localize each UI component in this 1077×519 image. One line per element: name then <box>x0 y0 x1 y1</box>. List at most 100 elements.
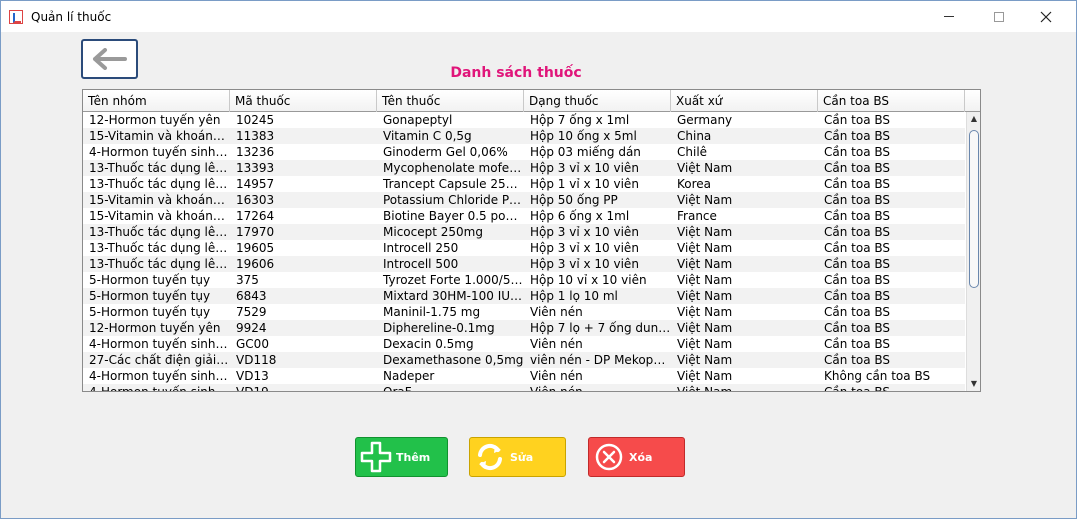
table-cell: Việt Nam <box>677 161 733 175</box>
column-header[interactable]: Xuất xứ <box>671 90 818 112</box>
table-cell: Hộp 03 miếng dán <box>530 145 641 159</box>
table-cell: 17970 <box>236 225 275 239</box>
table-row[interactable]: 12-Hormon tuyến yên 10245 Gonapeptyl Hộp 7 … <box>83 112 965 128</box>
table-cell: Cần toa BS <box>824 353 891 367</box>
table-cell: 6843 <box>236 289 267 303</box>
close-window-button[interactable] <box>1023 1 1069 32</box>
table-cell: Hộp 7 ống x 1ml <box>530 113 630 127</box>
edit-button-label: Sửa <box>510 450 534 464</box>
title-bar: Quản lí thuốc <box>1 1 1076 32</box>
table-cell: China <box>677 129 712 143</box>
table-cell: Hộp 3 vỉ x 10 viên <box>530 257 639 271</box>
table-cell: 5-Hormon tuyến tụy <box>89 273 211 287</box>
table-cell: 4-Hormon tuyến sinh d... <box>89 145 230 159</box>
table-cell: Cần toa BS <box>824 241 891 255</box>
table-row[interactable]: 13-Thuốc tác dụng lên ... 19606 Introcell … <box>83 256 965 272</box>
table-row[interactable]: 12-Hormon tuyến yên 9924 Diphereline-0.1mg… <box>83 320 965 336</box>
table-cell: Việt Nam <box>677 305 733 319</box>
scroll-up-icon[interactable]: ▲ <box>967 112 980 126</box>
column-header[interactable]: Tên nhóm <box>83 90 230 112</box>
table-row[interactable]: 15-Vitamin và khoáng c... 16303 Potassium … <box>83 192 965 208</box>
table-row[interactable]: 5-Hormon tuyến tụy 375 Tyrozet Forte 1.000… <box>83 272 965 288</box>
table-cell: 13-Thuốc tác dụng lên ... <box>89 161 230 175</box>
table-cell: 14957 <box>236 177 275 191</box>
table-cell: Viên nén <box>530 337 583 351</box>
table-cell: Diphereline-0.1mg <box>383 321 495 335</box>
table-row[interactable]: 15-Vitamin và khoáng c... 11383 Vitamin C … <box>83 128 965 144</box>
table-cell: Germany <box>677 113 733 127</box>
table-cell: 10245 <box>236 113 275 127</box>
table-row[interactable]: 4-Hormon tuyến sinh d...VD19OraFViên nén… <box>83 384 965 391</box>
table-cell: Cần toa BS <box>824 113 891 127</box>
scroll-thumb[interactable] <box>969 130 979 288</box>
table-cell: 13-Thuốc tác dụng lên ... <box>89 241 230 255</box>
window-title: Quản lí thuốc <box>31 10 112 24</box>
table-cell: Korea <box>677 177 712 191</box>
table-cell: 12-Hormon tuyến yên <box>89 321 221 335</box>
table-cell: 4-Hormon tuyến sinh d... <box>89 369 230 383</box>
scroll-down-icon[interactable]: ▼ <box>967 377 980 391</box>
table-header: Tên nhóm Mã thuốc Tên thuốc Dạng thuốc Xuất … <box>83 90 980 112</box>
table-row[interactable]: 15-Vitamin và khoáng c... 17264 Biotine Ba… <box>83 208 965 224</box>
table-cell: 15-Vitamin và khoáng c... <box>89 193 230 207</box>
table-cell: Việt Nam <box>677 321 733 335</box>
table-cell: Hộp 3 vỉ x 10 viên <box>530 241 639 255</box>
table-cell: 11383 <box>236 129 275 143</box>
table-cell: 9924 <box>236 321 267 335</box>
maximize-button[interactable] <box>976 1 1022 32</box>
table-cell: 13-Thuốc tác dụng lên ... <box>89 177 230 191</box>
table-row[interactable]: 13-Thuốc tác dụng lên ... 17970 Micocept 2… <box>83 224 965 240</box>
table-cell: OraF <box>377 384 524 391</box>
add-button[interactable]: Thêm <box>355 437 448 477</box>
column-header[interactable]: Mã thuốc <box>230 90 377 112</box>
column-header[interactable]: Dạng thuốc <box>524 90 671 112</box>
page-title: Danh sách thuốc <box>450 65 582 81</box>
table-row[interactable]: 13-Thuốc tác dụng lên ... 19605 Introcell … <box>83 240 965 256</box>
table-cell: Cần toa BS <box>824 193 891 207</box>
table-row[interactable]: 4-Hormon tuyến sinh d... GC00 Dexacin 0.5m… <box>83 336 965 352</box>
table-row[interactable]: 5-Hormon tuyến tụy 6843 Mixtard 30HM-100 I… <box>83 288 965 304</box>
table-cell: Hộp 6 ống x 1ml <box>530 209 630 223</box>
table-row[interactable]: 13-Thuốc tác dụng lên ... 14957 Trancept C… <box>83 176 965 192</box>
table-cell: Mycophenolate mofetil ... <box>383 161 524 175</box>
table-cell: Việt Nam <box>677 225 733 239</box>
table-row[interactable]: 4-Hormon tuyến sinh d... 13236 Ginoderm Ge… <box>83 144 965 160</box>
table-row[interactable]: 4-Hormon tuyến sinh d... VD13 Nadeper Viên … <box>83 368 965 384</box>
table-cell: Cần toa BS <box>824 257 891 271</box>
minimize-icon <box>944 16 954 17</box>
table-cell: viên nén - DP Mekophar <box>530 353 671 367</box>
table-cell: Cần toa BS <box>824 209 891 223</box>
minimize-button[interactable] <box>926 1 972 32</box>
table-cell: 13393 <box>236 161 275 175</box>
table-row[interactable]: 27-Các chất điện giải c... VD118 Dexametha… <box>83 352 965 368</box>
table-row[interactable]: 5-Hormon tuyến tụy 7529 Maninil-1.75 mg Viê… <box>83 304 965 320</box>
table-cell: 13-Thuốc tác dụng lên ... <box>89 257 230 271</box>
table-cell: Việt Nam <box>677 241 733 255</box>
table-cell: Hộp 3 vỉ x 10 viên <box>530 161 639 175</box>
table-cell: 15-Vitamin và khoáng c... <box>89 209 230 223</box>
table-cell: 16303 <box>236 193 275 207</box>
table-cell: VD19 <box>230 384 377 391</box>
table-cell: 4-Hormon tuyến sinh d... <box>89 337 230 351</box>
table-cell: 13-Thuốc tác dụng lên ... <box>89 225 230 239</box>
delete-button[interactable]: Xóa <box>588 437 685 477</box>
vertical-scrollbar[interactable]: ▲ ▼ <box>966 112 980 391</box>
table-row[interactable]: 13-Thuốc tác dụng lên ... 13393 Mycophenol… <box>83 160 965 176</box>
column-header[interactable]: Cần toa BS <box>818 90 965 112</box>
table-cell: Không cần toa BS <box>824 369 931 383</box>
table-cell: 19605 <box>236 241 275 255</box>
table-cell: Chilê <box>677 145 708 159</box>
column-header[interactable]: Tên thuốc <box>377 90 524 112</box>
table-cell: Trancept Capsule 250... <box>383 177 524 191</box>
table-cell: Cần toa BS <box>824 145 891 159</box>
table-cell: 7529 <box>236 305 267 319</box>
edit-button[interactable]: Sửa <box>469 437 566 477</box>
table-cell: Việt Nam <box>677 273 733 287</box>
table-cell: Biotine Bayer 0.5 pour ... <box>383 209 524 223</box>
table-cell: Potassium Chloride Pr... <box>383 193 524 207</box>
table-cell: Cần toa BS <box>824 321 891 335</box>
table-cell: Việt Nam <box>677 193 733 207</box>
table-cell: Dexamethasone 0,5mg <box>383 353 524 367</box>
table-cell: Viên nén <box>524 384 671 391</box>
table-cell: Việt Nam <box>677 289 733 303</box>
